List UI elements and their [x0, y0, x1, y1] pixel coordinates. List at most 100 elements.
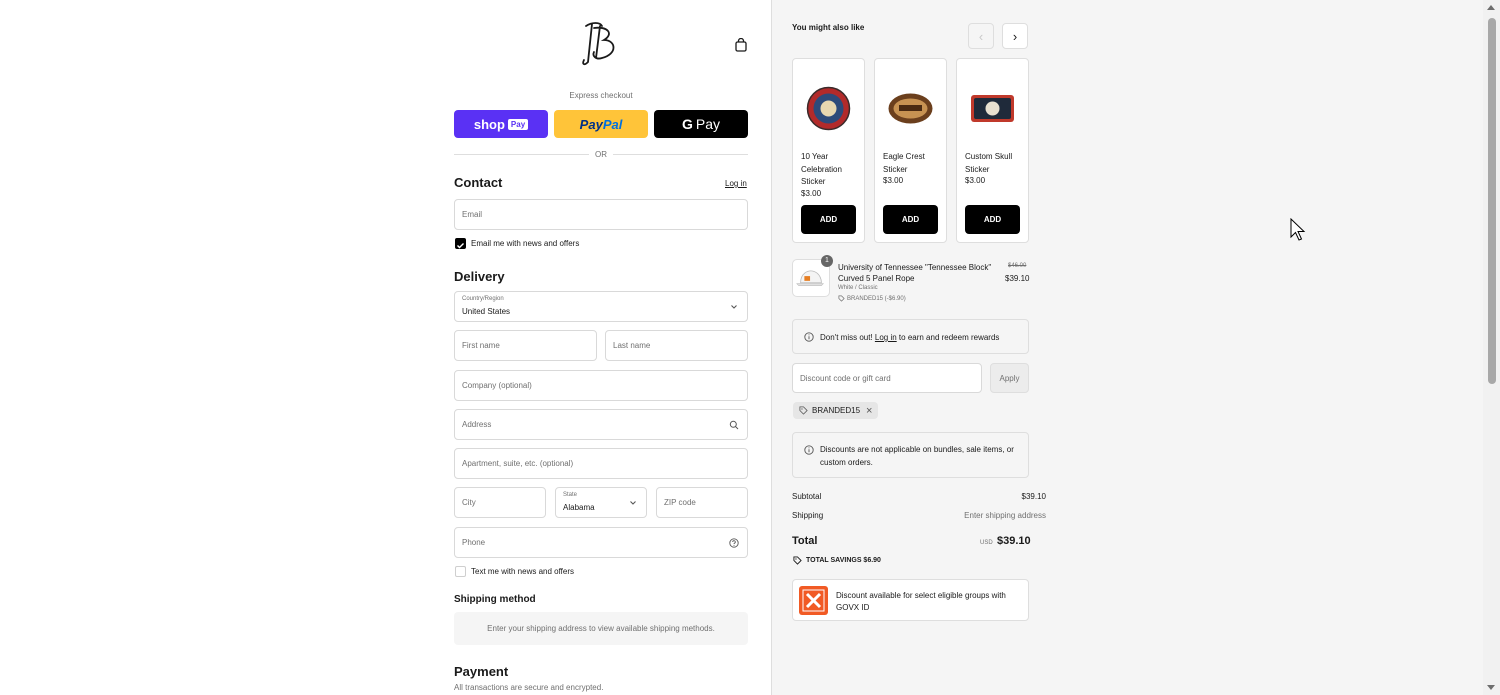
upsell-product-card[interactable]: Custom Skull Sticker $3.00 ADD [956, 58, 1029, 243]
upsell-product-card[interactable]: 10 Year Celebration Sticker $3.00 ADD [792, 58, 865, 243]
cart-item-discount-text: BRANDED15 (-$6.90) [847, 295, 906, 302]
add-product-button[interactable]: ADD [965, 205, 1020, 234]
discount-notice-text: Discounts are not applicable on bundles,… [820, 445, 1014, 467]
chevron-down-icon [731, 305, 737, 309]
phone-field[interactable]: Phone [454, 527, 748, 558]
or-divider: OR [454, 149, 748, 159]
phone-placeholder: Phone [462, 538, 486, 547]
scroll-down-arrow-icon[interactable] [1487, 685, 1495, 690]
last-name-field[interactable]: Last name [605, 330, 748, 361]
or-text: OR [595, 149, 607, 159]
info-icon [804, 332, 814, 342]
shopping-bag-icon[interactable] [734, 38, 748, 52]
sms-newsletter-label: Text me with news and offers [471, 567, 575, 576]
rewards-text: Don't miss out! Log in to earn and redee… [820, 331, 999, 344]
checkmark-icon [457, 243, 464, 249]
state-select[interactable]: State Alabama [555, 487, 647, 518]
upsell-title: You might also like [792, 23, 865, 32]
shipping-label: Shipping [792, 511, 824, 520]
cart-item-price: $39.10 [1005, 274, 1030, 283]
mouse-cursor-icon [1290, 218, 1306, 241]
apartment-placeholder: Apartment, suite, etc. (optional) [462, 459, 574, 468]
cart-item-original-price: $46.00 [1008, 263, 1027, 269]
upsell-product-name: 10 Year Celebration Sticker [801, 152, 842, 186]
upsell-product-price: $3.00 [801, 189, 822, 198]
upsell-product-price: $3.00 [965, 176, 986, 185]
discount-restriction-notice: Discounts are not applicable on bundles,… [792, 432, 1029, 478]
contact-heading: Contact [454, 175, 503, 190]
email-field[interactable]: Email [454, 199, 748, 230]
express-checkout-label: Express checkout [569, 91, 633, 100]
rewards-suffix: to earn and redeem rewards [898, 333, 1000, 342]
celebration-sticker-image [806, 86, 851, 131]
total-currency: USD [980, 540, 993, 546]
login-link[interactable]: Log in [725, 179, 747, 188]
applied-discount-chip: BRANDED15 × [793, 402, 879, 419]
first-name-field[interactable]: First name [454, 330, 597, 361]
state-label: State [563, 492, 578, 498]
page-scrollbar[interactable] [1483, 0, 1500, 695]
total-savings-text: TOTAL SAVINGS $6.90 [806, 557, 881, 564]
city-field[interactable]: City [454, 487, 546, 518]
email-newsletter-checkbox[interactable] [455, 238, 466, 249]
help-circle-icon[interactable] [729, 538, 739, 548]
zip-placeholder: ZIP code [664, 498, 696, 507]
add-product-button[interactable]: ADD [801, 205, 856, 234]
shop-pay-tag: Pay [507, 118, 529, 130]
address-placeholder: Address [462, 420, 492, 429]
paypal-pay-word: Pay [579, 116, 603, 132]
google-pay-button[interactable]: G Pay [654, 110, 748, 138]
rewards-login-link[interactable]: Log in [875, 333, 897, 342]
cart-item-variant: White / Classic [838, 285, 878, 291]
scroll-up-arrow-icon[interactable] [1487, 5, 1495, 10]
carousel-prev-button[interactable]: ‹ [968, 23, 994, 49]
google-g-icon: G [681, 116, 693, 132]
govx-discount-banner[interactable]: Discount available for select eligible g… [792, 579, 1029, 621]
shipping-method-notice: Enter your shipping address to view avai… [454, 612, 748, 645]
state-value: Alabama [563, 503, 595, 512]
email-newsletter-label: Email me with news and offers [471, 239, 580, 248]
applied-discount-code: BRANDED15 [812, 406, 861, 415]
paypal-button[interactable]: Pay Pal [554, 110, 648, 138]
paypal-pal-word: Pal [602, 116, 623, 132]
payment-subtitle: All transactions are secure and encrypte… [454, 683, 604, 692]
rewards-notice: Don't miss out! Log in to earn and redee… [792, 319, 1029, 354]
total-savings: TOTAL SAVINGS $6.90 [793, 556, 881, 565]
govx-logo-icon [799, 586, 828, 615]
email-placeholder: Email [462, 210, 483, 219]
apply-discount-button[interactable]: Apply [990, 363, 1029, 393]
cart-item-discount: BRANDED15 (-$6.90) [838, 295, 906, 302]
discount-placeholder: Discount code or gift card [800, 374, 891, 383]
company-field[interactable]: Company (optional) [454, 370, 748, 401]
custom-skull-sticker-image [971, 95, 1014, 122]
country-value: United States [462, 307, 511, 316]
country-select[interactable]: Country/Region United States [454, 291, 748, 322]
apartment-field[interactable]: Apartment, suite, etc. (optional) [454, 448, 748, 479]
subtotal-value: $39.10 [1021, 492, 1046, 501]
delivery-heading: Delivery [454, 269, 505, 284]
country-label: Country/Region [462, 296, 504, 302]
address-field[interactable]: Address [454, 409, 748, 440]
brand-monogram-icon[interactable] [578, 18, 622, 68]
first-name-placeholder: First name [462, 341, 500, 350]
scrollbar-thumb[interactable] [1488, 18, 1496, 384]
sms-newsletter-checkbox[interactable] [455, 566, 466, 577]
tag-icon [799, 406, 808, 415]
govx-text: Discount available for select eligible g… [836, 591, 1006, 612]
upsell-product-name: Custom Skull Sticker [965, 152, 1013, 174]
remove-discount-icon[interactable]: × [866, 405, 872, 417]
info-icon [804, 445, 814, 455]
subtotal-label: Subtotal [792, 492, 822, 501]
discount-code-input[interactable]: Discount code or gift card [792, 363, 982, 393]
upsell-product-price: $3.00 [883, 176, 904, 185]
eagle-crest-sticker-image [888, 93, 933, 124]
upsell-product-card[interactable]: Eagle Crest Sticker $3.00 ADD [874, 58, 947, 243]
zip-field[interactable]: ZIP code [656, 487, 748, 518]
add-product-button[interactable]: ADD [883, 205, 938, 234]
last-name-placeholder: Last name [613, 341, 651, 350]
payment-heading: Payment [454, 664, 509, 679]
upsell-product-name: Eagle Crest Sticker [883, 152, 925, 174]
carousel-next-button[interactable]: › [1002, 23, 1028, 49]
google-pay-word: Pay [695, 116, 720, 132]
shop-pay-button[interactable]: shop Pay [454, 110, 548, 138]
